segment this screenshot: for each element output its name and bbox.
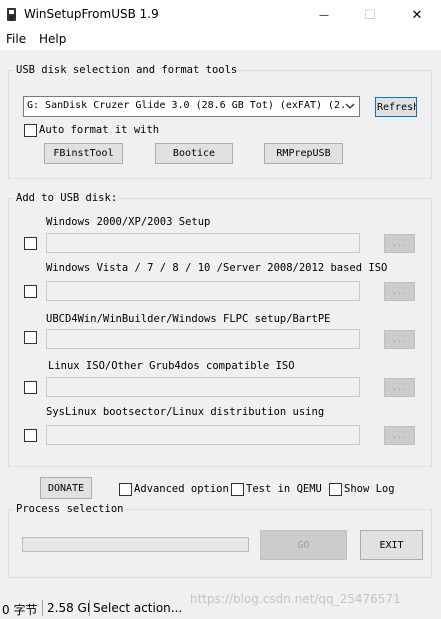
source-path-ubcd[interactable] — [46, 329, 360, 349]
donate-button[interactable]: DONATE — [40, 477, 92, 499]
advanced-options-checkbox[interactable] — [119, 483, 132, 496]
window-title: WinSetupFromUSB 1.9 — [24, 7, 159, 21]
source-label-ubcd: UBCD4Win/WinBuilder/Windows FLPC setup/B… — [46, 313, 331, 325]
source-label-vista: Windows Vista / 7 / 8 / 10 /Server 2008/… — [46, 262, 388, 274]
source-path-winxp[interactable] — [46, 233, 360, 253]
browse-button-syslinux[interactable]: ... — [384, 426, 415, 445]
test-qemu-label: Test in QEMU — [246, 483, 322, 495]
browse-button-vista[interactable]: ... — [384, 282, 415, 301]
source-path-linux[interactable] — [46, 377, 360, 397]
status-separator — [89, 600, 90, 616]
status-message: Select action... — [93, 601, 183, 615]
fbinsttool-button[interactable]: FBinstTool — [44, 143, 123, 164]
status-bytes: 0 字节 — [2, 603, 38, 617]
progress-bar — [22, 537, 249, 552]
minimize-icon: — — [319, 9, 329, 21]
source-checkbox-syslinux[interactable] — [24, 429, 37, 442]
refresh-button[interactable]: Refresh — [375, 97, 417, 117]
usb-group-legend: USB disk selection and format tools — [14, 64, 240, 76]
rmprepusb-button[interactable]: RMPrepUSB — [264, 143, 343, 164]
menu-file[interactable]: File — [6, 32, 26, 46]
app-icon — [7, 8, 16, 21]
browse-button-ubcd[interactable]: ... — [384, 330, 415, 349]
source-label-linux: Linux ISO/Other Grub4dos compatible ISO — [48, 360, 295, 372]
test-qemu-checkbox[interactable] — [231, 483, 244, 496]
process-group-legend: Process selection — [14, 503, 126, 515]
close-icon: ✕ — [411, 7, 423, 23]
source-checkbox-ubcd[interactable] — [24, 331, 37, 344]
source-label-syslinux: SysLinux bootsector/Linux distribution u… — [46, 406, 325, 418]
close-button[interactable]: ✕ — [393, 0, 441, 30]
minimize-button[interactable]: — — [301, 0, 347, 30]
source-label-winxp: Windows 2000/XP/2003 Setup — [46, 216, 211, 228]
source-checkbox-vista[interactable] — [24, 285, 37, 298]
source-checkbox-winxp[interactable] — [24, 237, 37, 250]
watermark: https://blog.csdn.net/qq_25476571 — [190, 592, 401, 606]
advanced-options-label: Advanced options — [134, 483, 230, 495]
show-log-label: Show Log — [344, 483, 395, 495]
browse-button-winxp[interactable]: ... — [384, 234, 415, 253]
maximize-icon: ☐ — [364, 7, 376, 23]
show-log-checkbox[interactable] — [329, 483, 342, 496]
source-path-vista[interactable] — [46, 281, 360, 301]
go-button[interactable]: GO — [260, 530, 347, 560]
usb-disk-select[interactable]: G: SanDisk Cruzer Glide 3.0 (28.6 GB Tot… — [23, 96, 360, 117]
bootice-button[interactable]: Bootice — [155, 143, 233, 164]
status-separator — [42, 600, 43, 616]
maximize-button[interactable]: ☐ — [347, 0, 393, 30]
status-size: 2.58 GB — [47, 601, 89, 615]
source-path-syslinux[interactable] — [46, 425, 360, 445]
source-checkbox-linux[interactable] — [24, 381, 37, 394]
auto-format-label: Auto format it with F — [39, 124, 163, 136]
browse-button-linux[interactable]: ... — [384, 378, 415, 397]
add-group-legend: Add to USB disk: — [14, 192, 120, 204]
usb-disk-value: G: SanDisk Cruzer Glide 3.0 (28.6 GB Tot… — [27, 100, 347, 111]
chevron-down-icon — [345, 103, 355, 109]
exit-button[interactable]: EXIT — [360, 530, 423, 560]
auto-format-checkbox[interactable] — [24, 124, 37, 137]
menu-help[interactable]: Help — [39, 32, 66, 46]
